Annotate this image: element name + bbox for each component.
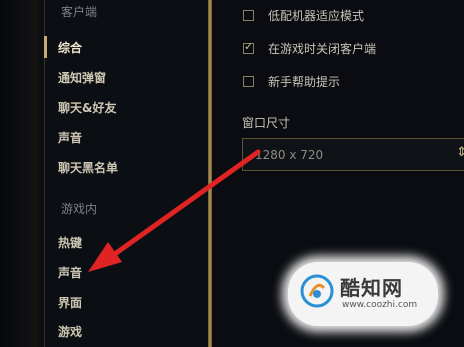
- sidebar-item-chat-friends[interactable]: 聊天&好友: [58, 99, 116, 116]
- option-close-client-ingame[interactable]: ✓ 在游戏时关闭客户端: [243, 40, 376, 56]
- coozhi-logo: [300, 274, 334, 308]
- window-size-select[interactable]: 1280 x 720 ⇕: [242, 138, 464, 171]
- section-label-client: 客户端: [61, 5, 98, 19]
- watermark-title: 酷知网: [340, 276, 403, 300]
- checkbox-close-client[interactable]: ✓: [243, 39, 254, 54]
- check-icon: ✓: [244, 39, 254, 53]
- watermark-badge: 酷知网 www.coozhi.com: [288, 262, 438, 326]
- checkbox-newbie-tips[interactable]: [243, 75, 254, 87]
- chevron-up-down-icon: ⇕: [456, 145, 464, 160]
- option-label: 在游戏时关闭客户端: [268, 41, 377, 56]
- sidebar-item-ingame-sound[interactable]: 声音: [58, 264, 82, 281]
- window-size-value: 1280 x 720: [255, 148, 324, 162]
- option-newbie-tips[interactable]: 新手帮助提示: [243, 73, 340, 89]
- section-label-ingame: 游戏内: [61, 202, 98, 216]
- checkbox-low-spec[interactable]: [243, 9, 254, 21]
- sidebar-item-general[interactable]: 综合: [58, 39, 82, 56]
- frame-decoration: [0, 0, 38, 347]
- sidebar-item-notifications[interactable]: 通知弹窗: [58, 69, 106, 86]
- sidebar-item-hotkeys[interactable]: 热键: [58, 234, 82, 251]
- sidebar-item-chat-blacklist[interactable]: 聊天黑名单: [58, 159, 118, 176]
- sidebar-item-client-sound[interactable]: 声音: [58, 129, 82, 146]
- option-label: 低配机器适应模式: [268, 8, 365, 23]
- window-size-label: 窗口尺寸: [242, 116, 291, 130]
- sidebar-item-game[interactable]: 游戏: [58, 323, 82, 340]
- active-indicator: [44, 36, 47, 58]
- watermark-url: www.coozhi.com: [342, 300, 418, 310]
- option-low-spec-mode[interactable]: 低配机器适应模式: [243, 7, 364, 23]
- option-label: 新手帮助提示: [268, 74, 341, 89]
- sidebar-item-interface[interactable]: 界面: [58, 294, 82, 311]
